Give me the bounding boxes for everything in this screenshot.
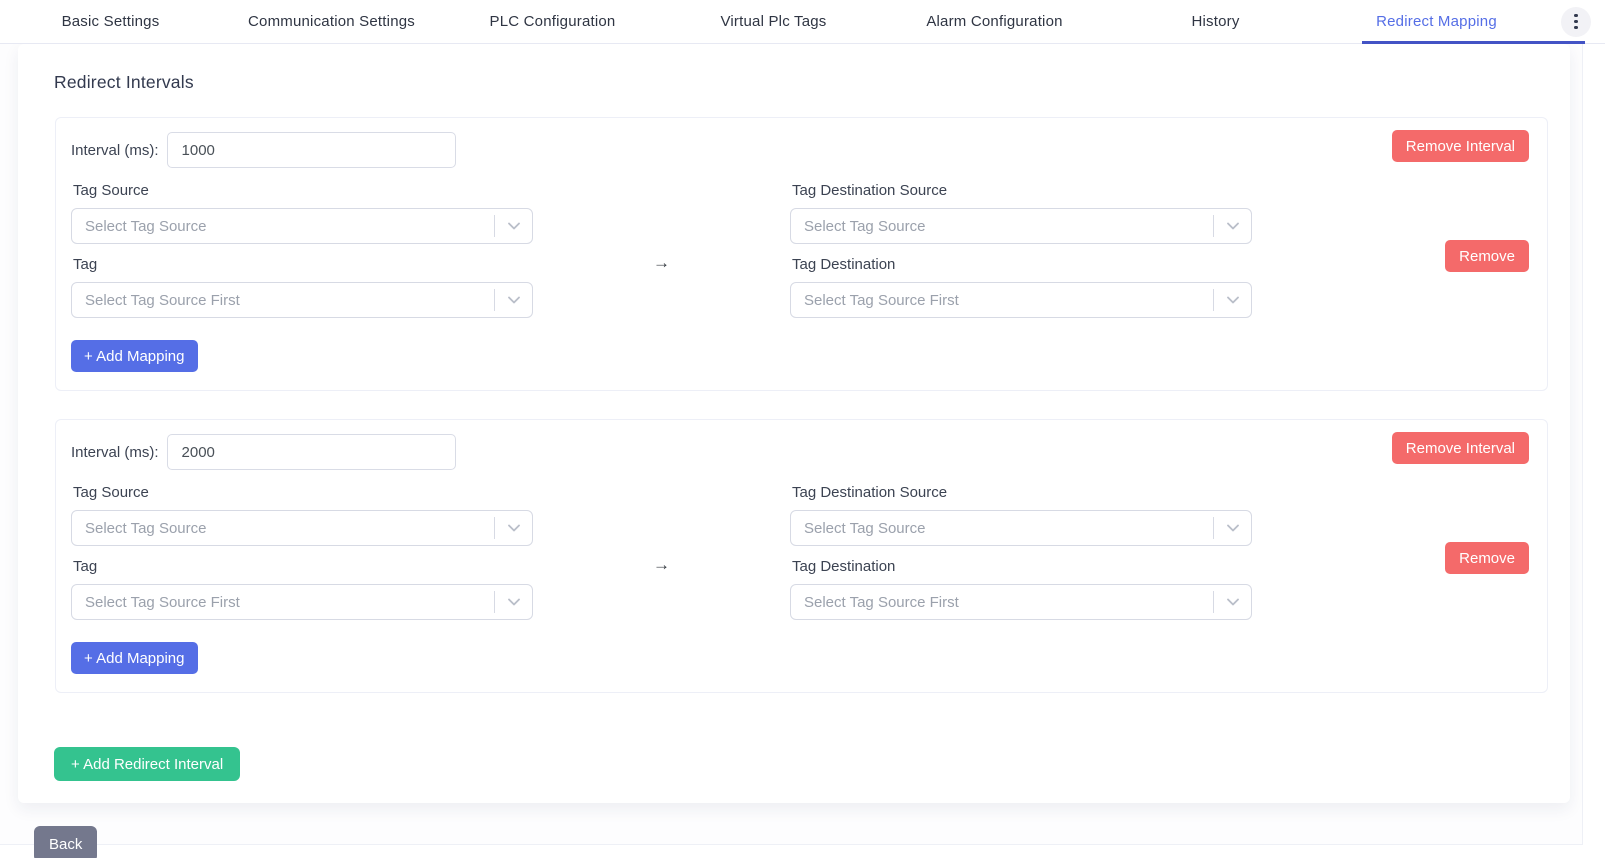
tab-basic-settings[interactable]: Basic Settings: [0, 0, 221, 43]
chevron-down-icon[interactable]: [1214, 598, 1251, 606]
tag-destination-label: Tag Destination: [792, 256, 1252, 273]
tag-destination-label: Tag Destination: [792, 558, 1252, 575]
remove-interval-button[interactable]: Remove Interval: [1392, 130, 1529, 162]
back-button[interactable]: Back: [34, 826, 97, 858]
tag-label: Tag: [73, 256, 533, 273]
interval-ms-label: Interval (ms):: [71, 142, 159, 159]
tag-select[interactable]: Select Tag Source First: [71, 282, 533, 318]
tag-placeholder: Select Tag Source First: [72, 292, 494, 309]
tag-source-select[interactable]: Select Tag Source: [71, 208, 533, 244]
add-mapping-button[interactable]: + Add Mapping: [71, 340, 198, 372]
add-redirect-interval-button[interactable]: + Add Redirect Interval: [54, 747, 240, 781]
tab-redirect-mapping[interactable]: Redirect Mapping: [1326, 0, 1547, 43]
tab-alarm-configuration[interactable]: Alarm Configuration: [884, 0, 1105, 43]
mapping-arrow-icon: →: [533, 208, 790, 318]
interval-ms-input[interactable]: [167, 434, 456, 470]
kebab-dot: [1574, 26, 1578, 30]
tag-destination-source-label: Tag Destination Source: [792, 484, 1252, 501]
tag-select[interactable]: Select Tag Source First: [71, 584, 533, 620]
interval-ms-input[interactable]: [167, 132, 456, 168]
tag-destination-source-placeholder: Select Tag Source: [791, 520, 1213, 537]
tag-destination-source-select[interactable]: Select Tag Source: [790, 208, 1252, 244]
chevron-down-icon[interactable]: [1214, 524, 1251, 532]
tab-plc-configuration[interactable]: PLC Configuration: [442, 0, 663, 43]
tag-destination-source-select[interactable]: Select Tag Source: [790, 510, 1252, 546]
kebab-dot: [1574, 20, 1578, 24]
chevron-down-icon[interactable]: [1214, 222, 1251, 230]
kebab-menu-icon[interactable]: [1561, 7, 1591, 37]
tag-source-placeholder: Select Tag Source: [72, 218, 494, 235]
tag-destination-placeholder: Select Tag Source First: [791, 594, 1213, 611]
tag-destination-select[interactable]: Select Tag Source First: [790, 282, 1252, 318]
tag-destination-source-placeholder: Select Tag Source: [791, 218, 1213, 235]
interval-card-2: Interval (ms): Remove Interval Tag Sourc…: [55, 419, 1548, 693]
more-menu-container: [1547, 0, 1605, 43]
interval-ms-label: Interval (ms):: [71, 444, 159, 461]
mapping-arrow-icon: →: [533, 510, 790, 620]
remove-mapping-button[interactable]: Remove: [1445, 240, 1529, 272]
tag-destination-select[interactable]: Select Tag Source First: [790, 584, 1252, 620]
tag-source-label: Tag Source: [73, 484, 533, 501]
chevron-down-icon[interactable]: [495, 524, 532, 532]
tag-label: Tag: [73, 558, 533, 575]
tag-destination-source-label: Tag Destination Source: [792, 182, 1252, 199]
tab-history[interactable]: History: [1105, 0, 1326, 43]
tag-placeholder: Select Tag Source First: [72, 594, 494, 611]
tab-communication-settings[interactable]: Communication Settings: [221, 0, 442, 43]
chevron-down-icon[interactable]: [495, 222, 532, 230]
remove-interval-button[interactable]: Remove Interval: [1392, 432, 1529, 464]
remove-mapping-button[interactable]: Remove: [1445, 542, 1529, 574]
chevron-down-icon[interactable]: [1214, 296, 1251, 304]
page-title: Redirect Intervals: [54, 72, 1570, 93]
tag-source-placeholder: Select Tag Source: [72, 520, 494, 537]
tag-destination-placeholder: Select Tag Source First: [791, 292, 1213, 309]
chevron-down-icon[interactable]: [495, 598, 532, 606]
active-tab-underline: [1362, 41, 1585, 44]
add-mapping-button[interactable]: + Add Mapping: [71, 642, 198, 674]
interval-card-1: Interval (ms): Remove Interval Tag Sourc…: [55, 117, 1548, 391]
redirect-mapping-card: Redirect Intervals Interval (ms): Remove…: [18, 44, 1570, 803]
tab-virtual-plc-tags[interactable]: Virtual Plc Tags: [663, 0, 884, 43]
tag-source-select[interactable]: Select Tag Source: [71, 510, 533, 546]
settings-tab-bar: Basic Settings Communication Settings PL…: [0, 0, 1605, 44]
page-content: Redirect Intervals Interval (ms): Remove…: [0, 44, 1583, 845]
kebab-dot: [1574, 14, 1578, 18]
chevron-down-icon[interactable]: [495, 296, 532, 304]
tag-source-label: Tag Source: [73, 182, 533, 199]
